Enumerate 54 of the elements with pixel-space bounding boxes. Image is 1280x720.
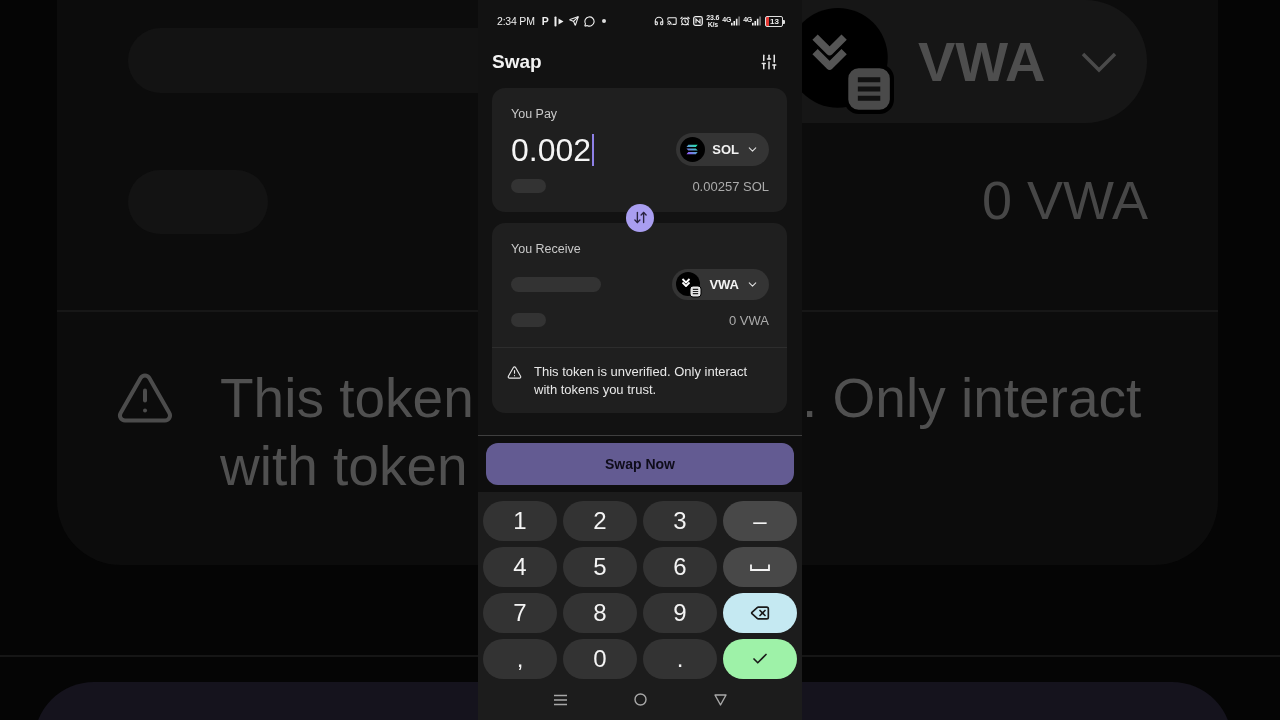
swap-arrows-icon bbox=[632, 210, 648, 225]
dot-icon bbox=[601, 19, 606, 23]
headphones-icon bbox=[654, 16, 665, 26]
digit-key[interactable]: 1 bbox=[483, 501, 557, 541]
token-logo-icon bbox=[680, 137, 706, 162]
settings-icon[interactable] bbox=[760, 53, 778, 71]
backspace-icon bbox=[750, 603, 770, 623]
signal-icon bbox=[731, 16, 741, 26]
digit-key[interactable]: 8 bbox=[563, 593, 637, 633]
menu-icon[interactable] bbox=[553, 693, 567, 706]
token-balance: 0.00257 SOL bbox=[692, 178, 769, 194]
token-selector[interactable]: VWA bbox=[672, 269, 769, 300]
token-balance: 0 VWA bbox=[729, 312, 769, 328]
home-icon[interactable] bbox=[633, 693, 647, 706]
warning-icon bbox=[507, 365, 522, 380]
token-symbol: VWA bbox=[918, 29, 1046, 94]
digit-key[interactable]: 3 bbox=[643, 501, 717, 541]
digit-key[interactable]: 0 bbox=[563, 639, 637, 679]
field-label: You Pay bbox=[511, 106, 559, 122]
alarm-icon bbox=[680, 16, 691, 26]
token-balance: 0 VWA bbox=[981, 170, 1148, 230]
warning-text: This token with token bbox=[220, 366, 474, 499]
digit-key[interactable]: 4 bbox=[483, 547, 557, 587]
backspace-key[interactable] bbox=[723, 593, 797, 633]
chevron-down-icon bbox=[1080, 50, 1117, 73]
enter-key[interactable] bbox=[723, 639, 797, 679]
play-icon bbox=[553, 15, 564, 27]
cast-icon bbox=[667, 16, 678, 26]
chat-icon bbox=[583, 15, 595, 27]
page-title: Swap bbox=[492, 51, 542, 73]
digit-key[interactable]: 9 bbox=[643, 593, 717, 633]
nfc-icon bbox=[693, 16, 704, 26]
field-label: You Receive bbox=[511, 241, 582, 257]
warning-text: This token is unverified. Only interact with tokens you trust. bbox=[534, 363, 749, 399]
notification-letter: P bbox=[541, 15, 549, 27]
token-selector[interactable]: SOL bbox=[676, 133, 769, 166]
text-cursor-icon bbox=[592, 133, 595, 166]
space-key[interactable] bbox=[723, 547, 797, 587]
send-icon bbox=[568, 16, 579, 26]
signal-icon bbox=[752, 16, 762, 26]
digit-key[interactable]: . bbox=[643, 639, 717, 679]
battery-level: 13 bbox=[765, 15, 783, 27]
warning-text: . Only interact bbox=[802, 366, 1142, 431]
status-time: 2:34 PM bbox=[497, 15, 535, 27]
digit-key[interactable]: , bbox=[483, 639, 557, 679]
digit-key[interactable]: 6 bbox=[643, 547, 717, 587]
back-icon[interactable] bbox=[713, 693, 727, 706]
symbol-key[interactable]: – bbox=[723, 501, 797, 541]
amount-input[interactable]: 0.002 bbox=[511, 131, 595, 168]
digit-key[interactable]: 7 bbox=[483, 593, 557, 633]
digit-key[interactable]: 2 bbox=[563, 501, 637, 541]
digit-key[interactable]: 5 bbox=[563, 547, 637, 587]
token-logo-icon bbox=[676, 271, 703, 298]
space-bar-icon bbox=[750, 563, 770, 571]
